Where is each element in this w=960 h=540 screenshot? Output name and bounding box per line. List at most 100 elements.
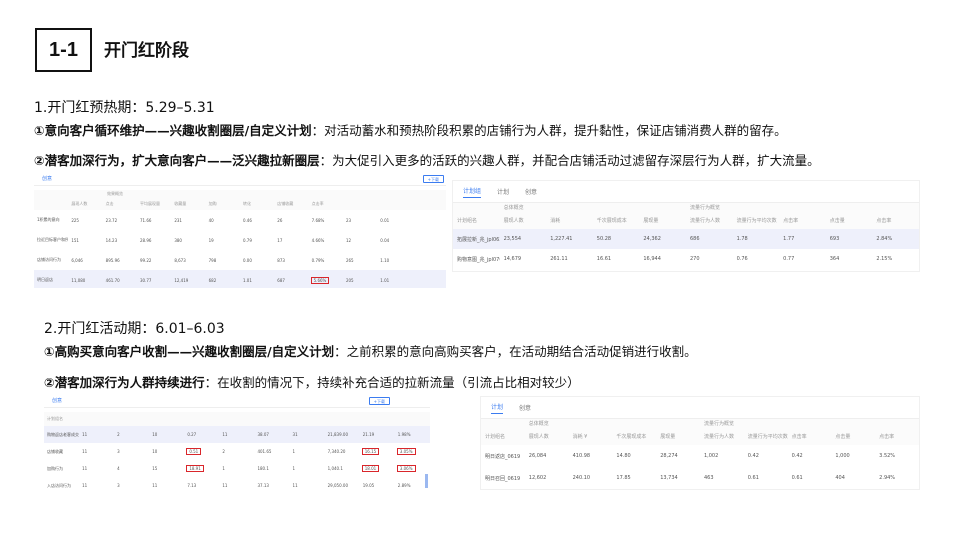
table-cell: 873 [277, 257, 285, 263]
highlighted-cell: 5.66% [308, 270, 343, 288]
phase1-item-1-text: ：对活动蓄水和预热阶段积累的店铺行为人群，提升黏性，保证店铺消费人群的留存。 [311, 123, 787, 138]
table-cell: 463 [703, 475, 714, 481]
phase1-heading: 1.开门红预热期：5.29–5.31 [34, 100, 215, 116]
table-cell: 16,944 [643, 256, 661, 262]
shot2-tab-plan-group[interactable]: 计划组 [463, 186, 482, 198]
table-cell: 6,046 [71, 257, 83, 263]
table-row[interactable]: 拓展拉新_兆_jpl063023,5541,227.4150.2824,3626… [453, 229, 919, 249]
column-header: 展现人数 [524, 427, 569, 445]
table-cell: 2 [222, 449, 225, 454]
table-cell: 21.19 [359, 426, 395, 443]
table-cell: 12,419 [171, 270, 206, 288]
shot4-table: 总体概览 流量行为概览 计划组名 展现人数 消耗 ¥ 千次展现成本 展现量 流量行为人数 流量… [481, 419, 919, 489]
shot4-tabs: 计划 创意 [481, 397, 919, 419]
table-cell: 0.00 [242, 257, 252, 263]
table-cell: 205 [342, 270, 378, 288]
campaign-table-screenshot-4: 计划 创意 总体概览 流量行为概览 计划组名 展现人数 消耗 ¥ 千次展现成本 展现量 流量… [480, 396, 920, 490]
table-row[interactable]: 购物返店老客成交转化112100.271138.073121,839.0021.… [44, 426, 430, 443]
campaign-table-screenshot-2: 计划组 计划 创意 总体概览 流量行为概览 计划组名 展现人数 消耗 千次展现成本 展现量… [452, 180, 920, 272]
table-cell: 12 [345, 237, 352, 243]
column-header: 点击 [102, 198, 137, 210]
column-header: 流量行为人数 [699, 427, 744, 445]
table-cell: 1.10 [380, 257, 390, 263]
column-header: 流量行为平均次数 [732, 211, 780, 229]
table-cell: 0.42 [791, 453, 803, 459]
table-row[interactable]: 明日返店 11,080 461.70 30.77 12,419 682 1.01 687 5.6… [34, 270, 446, 288]
table-cell: 231 [174, 217, 182, 223]
table-row[interactable]: 店铺访问行为 6,046 895.96 99.22 8,673 798 0.00 873 0.7… [34, 250, 446, 270]
table-cell: 0.04 [380, 237, 390, 243]
table-row[interactable]: 明日召回_0619 12,602 240.10 17.85 13,734 463 0.61 0… [481, 467, 919, 489]
shot2-tab-creative[interactable]: 创意 [525, 187, 537, 196]
table-cell: 1 [292, 466, 296, 471]
shot1-tabs: 创意 [34, 172, 446, 186]
shot1-tab-creative[interactable]: 创意 [42, 175, 52, 182]
shot4-tab-creative[interactable]: 创意 [519, 403, 531, 412]
table-cell: 180.1 [257, 466, 269, 471]
column-header: 消耗 [546, 211, 593, 229]
table-cell: 225 [71, 217, 79, 223]
table-row[interactable]: 购物意图_兆_jpl070114,679 261.11 16.61 16,944 270… [453, 249, 919, 269]
table-row[interactable]: 拉近目标客户和所属购买意向群151 14.23 28.96 380 19 0.79 17 4.… [34, 230, 446, 250]
table-row[interactable]: 店铺收藏 11 3 10 0.51 2 401.65 1 7,340.20 16.15 3.05% [44, 443, 430, 460]
table-cell: 38.07 [254, 426, 290, 443]
column-header: 计划组名 [481, 427, 525, 445]
column-header: 流量行为人数 [685, 211, 733, 229]
shot3-tab-creative[interactable]: 创意 [52, 397, 62, 404]
shot2-tabs: 计划组 计划 创意 [453, 181, 919, 203]
column-header: 流量行为概览 [685, 203, 919, 211]
phase2-item-1-bold: ①高购买意向客户收割——兴趣收割圈层/自定义计划 [44, 344, 335, 359]
table-cell: 10 [152, 449, 158, 454]
shot3-download-button[interactable]: +下载 [368, 397, 390, 405]
table-row[interactable]: 1积累的意向 225 23.72 71.66 231 40 0.46 26 7.68% 23 0.0… [34, 210, 446, 230]
table-cell: 1,227.41 [546, 229, 593, 249]
table-cell: 明日召回_0619 [485, 475, 521, 482]
column-header [34, 198, 69, 210]
column-header: 流量行为平均次数 [743, 427, 788, 445]
table-cell: 7,340.20 [327, 449, 346, 454]
scrollbar[interactable] [425, 474, 428, 488]
table-cell: 151 [71, 237, 79, 243]
shot3-table: 计划组名 购物返店老客成交转化112100.271138.073121,839.… [44, 412, 430, 492]
table-cell: 购物意图_兆_jpl0701 [457, 256, 500, 263]
shot1-download-button[interactable]: +下载 [422, 175, 444, 183]
table-cell: 798 [208, 257, 217, 263]
table-cell: 8,673 [174, 257, 186, 263]
table-row[interactable]: 加购行为 11 4 15 18.91 1 180.1 1 1,040.1 18.01 3.06% [44, 460, 430, 477]
table-cell: 240.10 [572, 475, 591, 481]
table-cell: 24,362 [639, 229, 686, 249]
table-cell: 461.70 [102, 270, 137, 288]
table-cell: 7.68% [311, 217, 325, 223]
column-header: 展现量 [639, 211, 686, 229]
table-cell: 410.98 [572, 453, 591, 459]
table-row[interactable]: 明日返店_0619 26,084 410.98 14.80 28,274 1,002 0.4… [481, 445, 919, 467]
table-cell: 15 [152, 466, 158, 471]
table-cell: 0.77 [783, 256, 795, 262]
table-cell: 加购行为 [47, 465, 63, 471]
table-cell: 28,274 [660, 453, 678, 459]
table-cell: 4.66% [311, 237, 325, 243]
column-header: 点击量 [831, 427, 876, 445]
table-cell: 1 [222, 466, 225, 471]
highlighted-cell: 18.01 [361, 465, 380, 472]
column-header [377, 198, 412, 210]
table-cell: 14,679 [503, 256, 522, 262]
shot2-tab-plan[interactable]: 计划 [497, 187, 509, 196]
table-cell: 0.79 [242, 237, 252, 243]
table-cell: 11 [219, 426, 255, 443]
table-cell: 拉近目标客户和所属购买意向群 [37, 237, 69, 242]
table-cell: 2.94% [879, 475, 896, 481]
shot1-group-label: 效果概览 [34, 190, 446, 198]
column-header: 平均展现量 [136, 198, 172, 210]
table-cell: 265 [345, 257, 354, 263]
table-cell: 23 [345, 217, 352, 223]
table-row[interactable]: 入店访问行为 11 3 11 7.13 11 37.13 11 29,050.00 19.05 2.… [44, 477, 430, 492]
table-cell: 0.42 [747, 453, 759, 459]
shot4-tab-plan[interactable]: 计划 [491, 402, 504, 414]
table-cell: 2.84% [872, 229, 919, 249]
phase2-heading: 2.开门红活动期：6.01–6.03 [44, 321, 225, 337]
table-cell: 364 [829, 256, 840, 262]
table-cell: 0.46 [242, 217, 252, 223]
table-cell: 购物返店老客成交转化 [44, 426, 80, 443]
table-cell: 10 [149, 426, 185, 443]
